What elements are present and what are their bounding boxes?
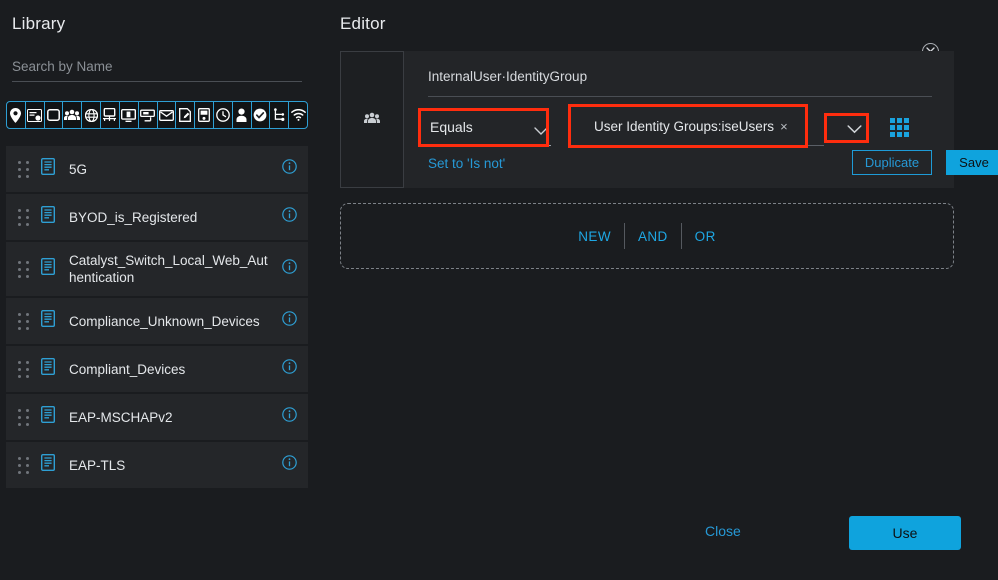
operator-value: Equals xyxy=(430,119,473,135)
info-icon[interactable] xyxy=(282,455,298,475)
value-field[interactable]: User Identity Groups:iseUsers × xyxy=(590,114,824,146)
filter-icon-location-pin[interactable] xyxy=(7,102,26,128)
app-root: Library Search by Name 5G BYOD_is_Regist… xyxy=(0,0,998,580)
filter-icon-network-device[interactable] xyxy=(26,102,45,128)
new-condition-button[interactable]: NEW xyxy=(565,229,624,244)
filter-icon-printer[interactable] xyxy=(139,102,158,128)
condition-body: InternalUser·IdentityGroup Equals User I… xyxy=(404,51,998,188)
save-button[interactable]: Save xyxy=(946,150,998,175)
info-icon[interactable] xyxy=(282,159,298,179)
info-icon[interactable] xyxy=(282,311,298,331)
list-item[interactable]: Compliance_Unknown_Devices xyxy=(6,298,308,346)
filter-icon-server[interactable] xyxy=(195,102,214,128)
drag-handle-icon[interactable] xyxy=(18,456,29,474)
filter-icon-desktop-network[interactable] xyxy=(101,102,120,128)
and-condition-button[interactable]: AND xyxy=(625,229,681,244)
list-item-label: Compliance_Unknown_Devices xyxy=(69,313,260,329)
filter-icon-person[interactable] xyxy=(233,102,252,128)
filter-icon-clock[interactable] xyxy=(214,102,233,128)
drag-handle-icon[interactable] xyxy=(18,360,29,378)
attribute-divider xyxy=(428,96,932,97)
filter-icon-document-edit[interactable] xyxy=(176,102,196,128)
chevron-down-icon xyxy=(846,121,862,139)
list-item-label: EAP-MSCHAPv2 xyxy=(69,409,173,425)
condition-doc-icon xyxy=(40,453,57,476)
filter-icon-square[interactable] xyxy=(45,102,64,128)
value-dropdown-chevron[interactable] xyxy=(842,121,866,139)
drag-handle-icon[interactable] xyxy=(18,208,29,226)
drag-handle-icon[interactable] xyxy=(18,312,29,330)
list-item[interactable]: EAP-TLS xyxy=(6,442,308,490)
or-condition-button[interactable]: OR xyxy=(682,229,729,244)
condition-doc-icon xyxy=(40,257,57,280)
operator-select[interactable]: Equals xyxy=(428,114,551,146)
list-item[interactable]: EAP-MSCHAPv2 xyxy=(6,394,308,442)
list-item-label: 5G xyxy=(69,161,88,177)
list-item[interactable]: Compliant_Devices xyxy=(6,346,308,394)
drag-handle-icon[interactable] xyxy=(18,408,29,426)
dropzone-operators: NEW AND OR xyxy=(565,223,728,249)
library-title: Library xyxy=(12,14,66,33)
list-item-label: BYOD_is_Registered xyxy=(69,209,198,225)
filter-icon-envelope[interactable] xyxy=(158,102,177,128)
drag-handle-icon[interactable] xyxy=(18,160,29,178)
duplicate-button[interactable]: Duplicate xyxy=(852,150,932,175)
condition-dictionary-icon-box xyxy=(340,51,404,188)
condition-dropzone[interactable]: NEW AND OR xyxy=(340,203,954,269)
value-token: User Identity Groups:iseUsers × xyxy=(594,119,788,134)
editor-title: Editor xyxy=(340,14,386,33)
condition-doc-icon xyxy=(40,405,57,428)
search-input[interactable] xyxy=(12,52,302,80)
filter-icon-users-group[interactable] xyxy=(63,102,83,128)
set-is-not-link[interactable]: Set to 'Is not' xyxy=(428,156,505,171)
list-item-label: Catalyst_Switch_Local_Web_Authentication xyxy=(69,253,268,285)
condition-card: InternalUser·IdentityGroup Equals User I… xyxy=(340,51,998,188)
list-item[interactable]: BYOD_is_Registered xyxy=(6,194,308,242)
attribute-name: InternalUser·IdentityGroup xyxy=(428,69,588,84)
filter-icon-wifi[interactable] xyxy=(289,102,307,128)
chevron-down-icon[interactable] xyxy=(534,123,548,141)
filter-icon-branch[interactable] xyxy=(270,102,290,128)
list-item[interactable]: Catalyst_Switch_Local_Web_Authentication xyxy=(6,242,308,298)
use-button[interactable]: Use xyxy=(849,516,961,550)
library-search[interactable] xyxy=(12,52,302,82)
condition-doc-icon xyxy=(40,309,57,332)
drag-handle-icon[interactable] xyxy=(18,260,29,278)
condition-doc-icon xyxy=(40,357,57,380)
users-group-icon xyxy=(364,111,380,129)
list-item[interactable]: 5G xyxy=(6,146,308,194)
list-item-label: Compliant_Devices xyxy=(69,361,186,377)
info-icon[interactable] xyxy=(282,259,298,279)
list-item-label: EAP-TLS xyxy=(69,457,126,473)
filter-icon-globe[interactable] xyxy=(82,102,102,128)
info-icon[interactable] xyxy=(282,359,298,379)
filter-icon-monitor[interactable] xyxy=(120,102,139,128)
info-icon[interactable] xyxy=(282,207,298,227)
value-token-label: User Identity Groups:iseUsers xyxy=(594,119,775,134)
library-panel: Library Search by Name 5G BYOD_is_Regist… xyxy=(0,0,314,580)
editor-panel: Editor InternalUser·IdentityGroup Equals xyxy=(314,0,998,580)
grid-3x3-icon[interactable] xyxy=(890,118,909,137)
info-icon[interactable] xyxy=(282,407,298,427)
filter-icon-check-circle[interactable] xyxy=(252,102,271,128)
condition-doc-icon xyxy=(40,157,57,180)
close-button[interactable]: Close xyxy=(705,523,741,539)
library-list[interactable]: 5G BYOD_is_Registered Catalyst_Switch_Lo… xyxy=(6,146,308,506)
filter-icon-strip[interactable] xyxy=(6,101,308,129)
condition-doc-icon xyxy=(40,205,57,228)
value-token-remove-icon[interactable]: × xyxy=(780,119,788,134)
